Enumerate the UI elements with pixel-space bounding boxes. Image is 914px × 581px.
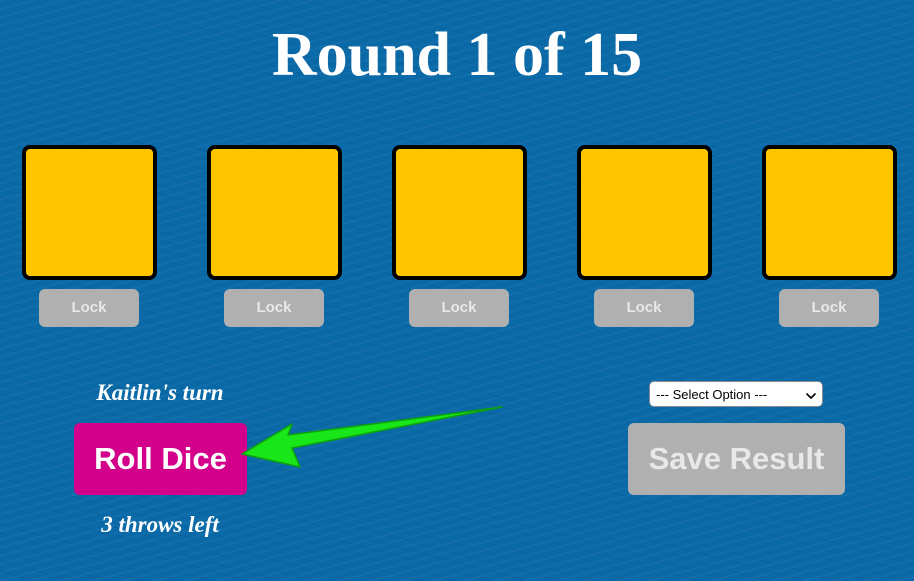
lock-button-4[interactable]: Lock: [594, 289, 694, 327]
round-title: Round 1 of 15: [271, 21, 643, 89]
lock-button-2[interactable]: Lock: [224, 289, 324, 327]
select-value: --- Select Option ---: [656, 386, 768, 402]
save-result-button[interactable]: Save Result: [628, 423, 845, 495]
die-2[interactable]: [207, 145, 342, 280]
throws-left-label: 3 throws left: [101, 512, 219, 537]
die-slot-5: Lock: [762, 145, 898, 327]
lock-button-5[interactable]: Lock: [779, 289, 879, 327]
player-turn-label: Kaitlin's turn: [96, 380, 224, 405]
die-4[interactable]: [577, 145, 712, 280]
lock-button-1[interactable]: Lock: [39, 289, 139, 327]
die-1[interactable]: [22, 145, 157, 280]
die-slot-1: Lock: [22, 145, 158, 327]
die-slot-3: Lock: [392, 145, 528, 327]
die-slot-2: Lock: [207, 145, 343, 327]
pointer-arrow-icon: [241, 406, 503, 468]
die-3[interactable]: [392, 145, 527, 280]
die-slot-4: Lock: [577, 145, 713, 327]
roll-dice-button[interactable]: Roll Dice: [74, 423, 247, 495]
die-5[interactable]: [762, 145, 897, 280]
lock-button-3[interactable]: Lock: [409, 289, 509, 327]
dice-row: Lock Lock Lock Lock Lock: [0, 145, 914, 335]
score-option-select[interactable]: --- Select Option ---: [649, 381, 823, 407]
chevron-down-icon: [806, 389, 816, 399]
